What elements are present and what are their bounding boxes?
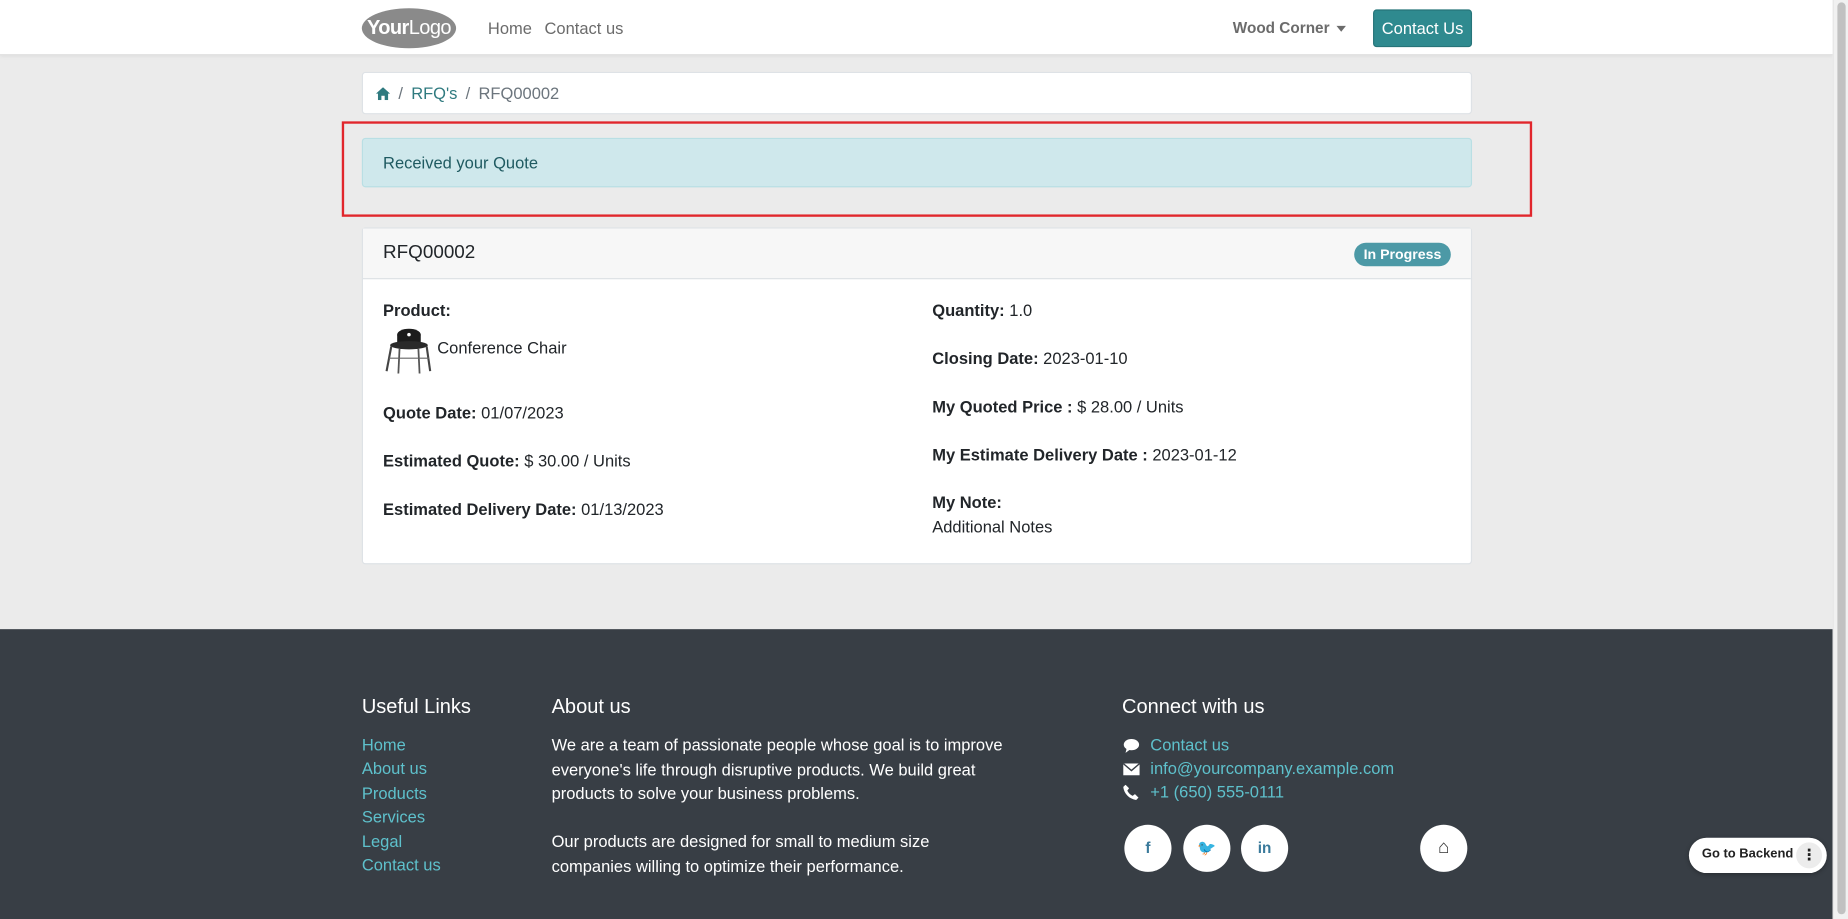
company-logo[interactable]: YourLogo: [361, 8, 457, 49]
my-note-label: My Note:: [932, 492, 1002, 512]
footer-email-link[interactable]: info@yourcompany.example.com: [1150, 759, 1394, 778]
scrollbar-thumb[interactable]: [1837, 2, 1846, 915]
product-label: Product:: [383, 300, 451, 320]
envelope-icon: [1122, 761, 1141, 777]
breadcrumb-rfqs-link[interactable]: RFQ's: [411, 84, 457, 103]
linkedin-icon[interactable]: in: [1241, 824, 1289, 872]
my-note-value: Additional Notes: [932, 517, 1053, 537]
breadcrumb-separator: /: [398, 83, 403, 103]
success-alert: Received your Quote: [361, 137, 1473, 188]
estimated-quote-field: Estimated Quote: $ 30.00 / Units: [383, 451, 631, 471]
rfq-card: RFQ00002 In Progress Product: Conference…: [361, 227, 1473, 565]
status-badge: In Progress: [1354, 242, 1451, 267]
home-icon[interactable]: [375, 74, 391, 114]
caret-down-icon: [1336, 25, 1347, 32]
comment-icon: [1123, 738, 1140, 754]
quantity-field: Quantity: 1.0: [932, 300, 1033, 320]
go-to-backend-button[interactable]: Go to Backend ⋮: [1688, 837, 1827, 874]
quote-date-field: Quote Date: 01/07/2023: [383, 402, 564, 422]
footer-link-contact[interactable]: Contact us: [362, 855, 441, 874]
breadcrumb-current: RFQ00002: [478, 83, 560, 103]
footer-link-legal[interactable]: Legal: [362, 832, 402, 851]
breadcrumb: / RFQ's / RFQ00002: [361, 71, 1473, 115]
go-to-backend-label: Go to Backend: [1701, 847, 1794, 862]
logo-thin-text: Logo: [408, 16, 452, 39]
rfq-card-header: RFQ00002 In Progress: [362, 228, 1471, 280]
breadcrumb-separator: /: [465, 83, 471, 103]
nav-contact-link[interactable]: Contact us: [544, 19, 623, 38]
footer-link-home[interactable]: Home: [362, 735, 406, 754]
user-menu-dropdown[interactable]: Wood Corner: [1232, 18, 1347, 37]
logo-bold-text: Your: [366, 16, 409, 39]
product-name: Conference Chair: [437, 338, 567, 357]
estimated-delivery-field: Estimated Delivery Date: 01/13/2023: [383, 499, 664, 519]
about-heading: About us: [551, 695, 631, 718]
twitter-icon[interactable]: 🐦: [1183, 824, 1231, 872]
about-paragraph-2: Our products are designed for small to m…: [551, 831, 930, 875]
user-menu-label: Wood Corner: [1232, 18, 1330, 37]
useful-links-heading: Useful Links: [361, 695, 471, 718]
more-options-icon[interactable]: ⋮: [1796, 842, 1823, 869]
footer-link-products[interactable]: Products: [362, 784, 427, 803]
phone-icon: [1123, 784, 1140, 801]
footer-phone-link[interactable]: +1 (650) 555-0111: [1150, 782, 1284, 801]
connect-heading: Connect with us: [1121, 695, 1265, 718]
footer: Useful Links Home About us Products Serv…: [0, 629, 1833, 919]
footer-contact-link[interactable]: Contact us: [1150, 735, 1229, 754]
vertical-scrollbar[interactable]: [1832, 0, 1848, 919]
footer-link-services[interactable]: Services: [362, 807, 425, 826]
page: YourLogo Home Contact us Wood Corner Con…: [0, 0, 1848, 919]
home-icon[interactable]: ⌂: [1420, 824, 1468, 872]
facebook-icon[interactable]: f: [1124, 824, 1172, 872]
chair-icon: [383, 325, 432, 374]
my-delivery-date-field: My Estimate Delivery Date : 2023-01-12: [932, 445, 1237, 465]
rfq-title: RFQ00002: [383, 242, 476, 263]
footer-link-about[interactable]: About us: [362, 759, 427, 778]
closing-date-field: Closing Date: 2023-01-10: [932, 348, 1128, 368]
my-quoted-price-field: My Quoted Price : $ 28.00 / Units: [932, 397, 1184, 416]
top-navbar: YourLogo Home Contact us Wood Corner Con…: [0, 0, 1833, 56]
contact-us-button[interactable]: Contact Us: [1373, 9, 1473, 48]
about-paragraph-1: We are a team of passionate people whose…: [551, 735, 1003, 803]
nav-home-link[interactable]: Home: [488, 19, 532, 38]
